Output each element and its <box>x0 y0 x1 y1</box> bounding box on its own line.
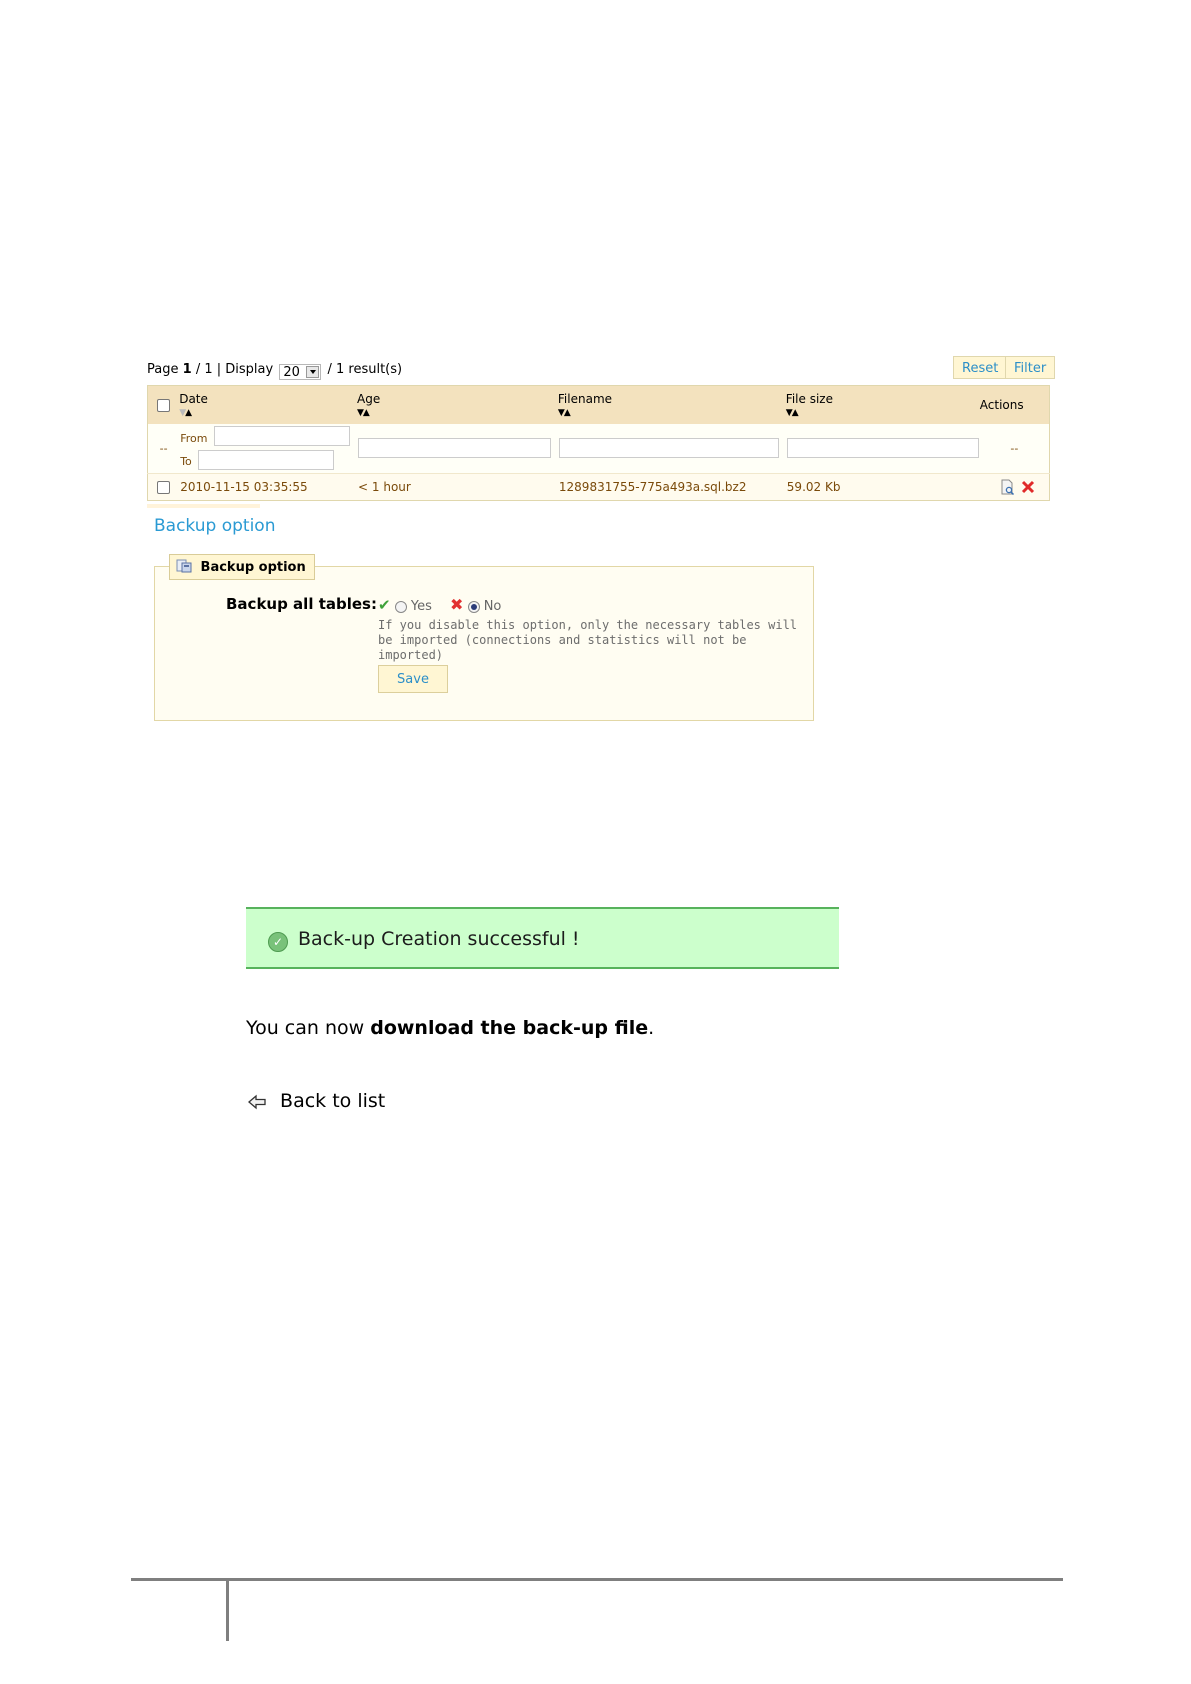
backup-option-help: If you disable this option, only the nec… <box>378 618 798 662</box>
to-label: To <box>180 455 192 468</box>
legend-label: Backup option <box>200 560 306 575</box>
filter-actions-cell: -- <box>979 423 1050 473</box>
results-count: / 1 result(s) <box>327 362 403 377</box>
filter-age-cell <box>357 423 558 473</box>
backup-option-heading: Backup option <box>154 516 276 536</box>
reset-button[interactable]: Reset <box>953 356 1008 379</box>
filter-dash-cell: -- <box>147 423 180 473</box>
header-age: Age ▼▲ <box>357 385 558 424</box>
radio-no-label[interactable]: No <box>484 599 502 614</box>
filter-filesize-cell <box>785 423 980 473</box>
header-filesize-label: File size <box>785 392 833 406</box>
success-check-icon: ✓ <box>268 932 288 952</box>
row-checkbox[interactable] <box>157 480 171 494</box>
sort-arrows-icon[interactable]: ▼▲ <box>179 408 357 418</box>
footer-rule <box>131 1578 1063 1581</box>
display-label: | Display <box>216 362 274 377</box>
footer-vertical-rule <box>226 1580 229 1641</box>
download-link[interactable]: download the back-up file <box>370 1017 648 1039</box>
page-label: Page <box>147 362 179 377</box>
date-to-input[interactable] <box>198 450 335 470</box>
success-message: Back-up Creation successful ! <box>298 928 580 950</box>
arrow-left-icon <box>248 1094 266 1109</box>
backup-all-tables-label: Backup all tables: <box>226 595 377 613</box>
header-date-label: Date <box>179 392 208 406</box>
from-label: From <box>180 432 208 445</box>
header-date: Date ▼▲ <box>179 385 358 424</box>
sort-arrows-icon[interactable]: ▼▲ <box>558 408 786 418</box>
sort-arrows-icon[interactable]: ▼▲ <box>786 408 980 418</box>
header-select-cell <box>147 385 180 424</box>
row-filesize: 59.02 Kb <box>785 472 980 500</box>
filename-filter-input[interactable] <box>558 438 779 458</box>
header-filename-label: Filename <box>557 392 613 406</box>
backup-table: Date ▼▲ Age ▼▲ Filename ▼▲ File size ▼▲ … <box>147 385 1050 501</box>
page-total: 1 <box>204 362 213 377</box>
back-to-list-link[interactable]: Back to list <box>246 1090 385 1112</box>
check-icon: ✔ <box>378 596 391 614</box>
radio-no[interactable] <box>467 600 480 613</box>
header-actions: Actions <box>979 385 1050 424</box>
row-filename: 1289831755-775a493a.sql.bz2 <box>557 472 786 500</box>
header-filesize: File size ▼▲ <box>785 385 980 424</box>
per-page-value: 20 <box>283 365 300 380</box>
age-filter-input[interactable] <box>358 438 552 458</box>
page-current: 1 <box>182 362 192 377</box>
header-age-label: Age <box>357 392 381 406</box>
row-date: 2010-11-15 03:35:55 <box>179 472 358 500</box>
filter-row: -- From To -- <box>147 423 1050 473</box>
row-actions <box>979 472 1050 500</box>
success-message-box: ✓ Back-up Creation successful ! <box>246 907 839 969</box>
per-page-select[interactable]: 20 <box>279 364 322 380</box>
download-prefix: You can now <box>246 1017 371 1039</box>
back-to-list-label[interactable]: Back to list <box>280 1090 385 1112</box>
save-button[interactable]: Save <box>378 665 448 693</box>
filter-dash: -- <box>159 442 168 455</box>
backup-all-tables-options: ✔ Yes ✖ No <box>378 595 501 614</box>
download-instructions: You can now download the back-up file. <box>246 1017 654 1039</box>
filter-button[interactable]: Filter <box>1005 356 1056 379</box>
row-select-cell <box>147 472 180 500</box>
date-from-input[interactable] <box>214 426 351 446</box>
table-row[interactable]: 2010-11-15 03:35:55 < 1 hour 1289831755-… <box>147 472 1050 500</box>
view-icon[interactable] <box>999 479 1015 495</box>
download-suffix: . <box>648 1017 655 1039</box>
radio-yes-label[interactable]: Yes <box>411 599 432 614</box>
table-footer-stripe <box>147 504 260 508</box>
header-filename: Filename ▼▲ <box>557 385 786 424</box>
filter-filename-cell <box>557 423 786 473</box>
cross-icon: ✖ <box>450 595 464 614</box>
select-all-checkbox[interactable] <box>157 398 171 412</box>
header-actions-label: Actions <box>979 397 1024 412</box>
row-age: < 1 hour <box>357 472 558 500</box>
radio-yes[interactable] <box>394 600 407 613</box>
database-backup-icon <box>176 559 192 573</box>
filter-date-cell: From To <box>179 423 358 473</box>
pagination: Page 1 / 1 | Display 20 / 1 result(s) <box>147 361 403 380</box>
table-header-row: Date ▼▲ Age ▼▲ Filename ▼▲ File size ▼▲ … <box>147 385 1050 424</box>
filter-actions-dash: -- <box>1010 442 1019 455</box>
filesize-filter-input[interactable] <box>786 438 979 458</box>
chevron-down-icon[interactable] <box>306 366 320 378</box>
delete-icon[interactable] <box>1021 480 1035 494</box>
sort-arrows-icon[interactable]: ▼▲ <box>357 408 558 418</box>
backup-option-legend: Backup option <box>169 554 315 580</box>
page-separator: / <box>195 362 201 377</box>
